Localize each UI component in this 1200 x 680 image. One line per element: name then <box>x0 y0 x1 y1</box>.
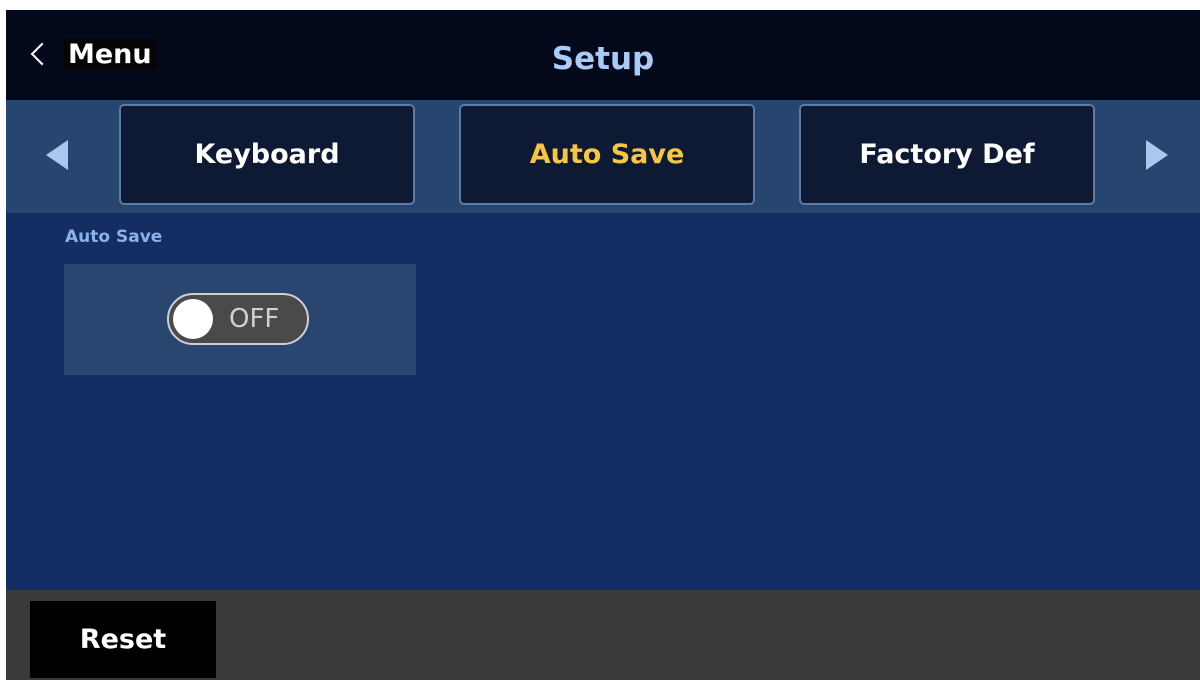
page-title: Setup <box>551 41 655 77</box>
auto-save-section-label: Auto Save <box>65 227 163 247</box>
tab-keyboard[interactable]: Keyboard <box>119 104 415 205</box>
toggle-state-label: OFF <box>229 304 280 334</box>
chevron-left-icon <box>30 42 54 66</box>
tab-bar: Keyboard Auto Save Factory Def <box>6 100 1200 213</box>
auto-save-toggle[interactable]: OFF <box>167 293 309 345</box>
toggle-knob <box>173 299 213 339</box>
triangle-right-icon[interactable] <box>1146 140 1168 170</box>
back-menu-button[interactable]: Menu <box>28 32 156 76</box>
reset-button[interactable]: Reset <box>30 601 216 678</box>
back-menu-label: Menu <box>64 38 156 70</box>
setup-screen: Menu Setup Keyboard Auto Save Factory De… <box>6 10 1200 680</box>
footer-bar: Reset <box>6 590 1200 680</box>
header-bar: Menu Setup <box>6 10 1200 100</box>
tab-factory-def[interactable]: Factory Def <box>799 104 1095 205</box>
triangle-left-icon[interactable] <box>46 140 68 170</box>
tab-auto-save[interactable]: Auto Save <box>459 104 755 205</box>
auto-save-panel: OFF <box>64 264 416 375</box>
